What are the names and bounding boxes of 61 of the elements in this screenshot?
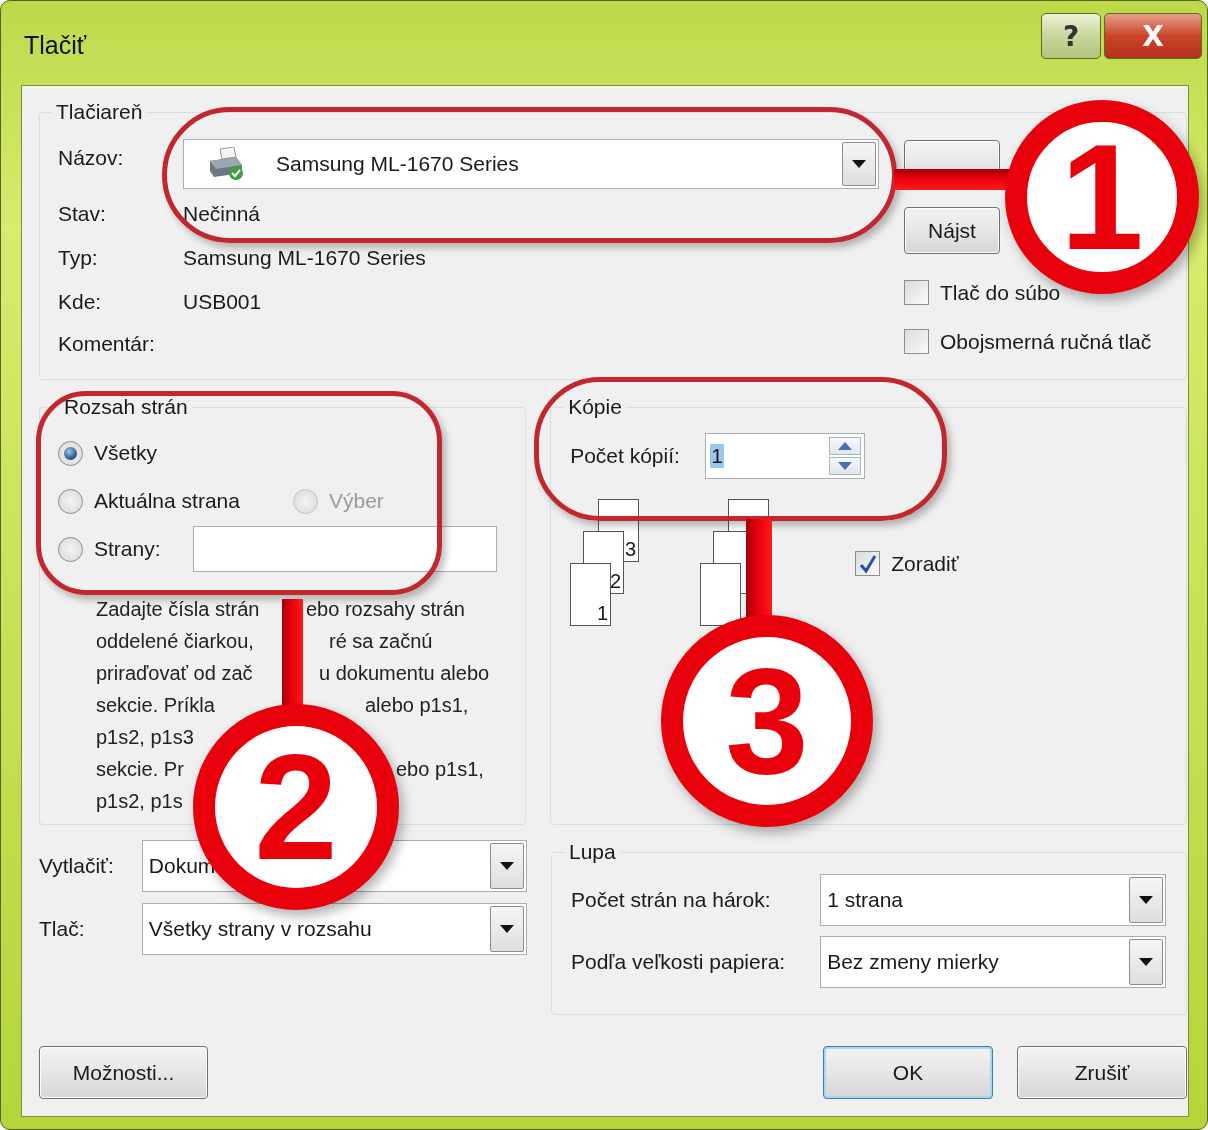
dropdown-select[interactable]: Všetky strany v rozsahu (141, 903, 527, 955)
pages-input[interactable] (193, 526, 497, 572)
radio-label: Aktuálna strana (94, 489, 240, 513)
printer-select[interactable]: Samsung ML-1670 Series (183, 139, 879, 189)
field-value: Samsung ML-1670 Series (183, 246, 427, 270)
dropdown-arrow-icon (852, 160, 866, 168)
field-label: Vytlačiť: (39, 854, 115, 878)
radio-button[interactable] (58, 488, 83, 514)
field-label: Typ: (58, 246, 99, 270)
down-arrow-icon (838, 462, 853, 470)
checkbox[interactable] (855, 551, 881, 576)
radio-label: Všetky (94, 441, 158, 465)
radio-button[interactable] (58, 440, 83, 466)
ok-button[interactable]: OK (823, 1046, 993, 1099)
options-button[interactable]: Možnosti... (39, 1046, 208, 1099)
dropdown-select[interactable]: Bez zmeny mierky (820, 936, 1166, 988)
dropdown-arrow-icon (1139, 958, 1153, 966)
field-label: Tlač: (39, 917, 86, 941)
dropdown-arrow-icon (500, 925, 514, 933)
help-text: p1s2, p1s (96, 789, 184, 813)
radio-label: Výber (329, 489, 384, 513)
cancel-button[interactable]: Zrušiť (1017, 1046, 1187, 1099)
check-icon (858, 553, 877, 574)
group-title: Kópie (567, 395, 623, 419)
checkbox[interactable] (904, 329, 929, 354)
window-title: Tlačiť (24, 31, 87, 60)
dropdown-arrow-icon (1139, 896, 1153, 904)
checkbox-label: Obojsmerná ručná tlač (940, 329, 1152, 354)
up-arrow-icon (838, 442, 853, 450)
help-button[interactable]: ? (1041, 13, 1101, 59)
help-text: oddelené čiarkou, (96, 629, 255, 653)
field-label: Komentár: (58, 332, 156, 356)
find-button[interactable]: Nájst (904, 207, 1000, 254)
help-text: Zadajte čísla strán (96, 597, 261, 621)
field-label: Počet strán na hárok: (571, 888, 772, 912)
radio-button[interactable] (58, 536, 83, 562)
help-text: u dokumentu alebo (319, 661, 491, 685)
close-button[interactable]: X (1104, 13, 1202, 59)
checkbox[interactable] (904, 280, 929, 305)
help-text: ebo rozsahy strán (306, 597, 466, 621)
field-value: USB001 (183, 290, 263, 314)
checkbox-label: Zoradiť (891, 551, 959, 576)
help-text: p1s2, p1s3 (96, 725, 195, 749)
help-text: ré sa začnú (329, 629, 434, 653)
help-text: priraďovať od zač (96, 661, 254, 685)
field-label: Počet kópií: (570, 444, 681, 468)
page-sheet: 1 (570, 563, 612, 626)
group-title: Tlačiareň (55, 100, 144, 124)
field-label: Stav: (58, 202, 107, 226)
group-title: Lupa (568, 840, 617, 864)
help-text: ebo p1s1, (396, 757, 485, 781)
field-value: Nečinná (183, 202, 262, 226)
copies-spinner[interactable]: 1 (705, 433, 866, 479)
group-title: Rozsah strán (63, 395, 189, 419)
field-label: Podľa veľkosti papiera: (571, 950, 787, 974)
radio-label: Strany: (94, 537, 161, 561)
dropdown-select[interactable]: 1 strana (820, 874, 1166, 926)
field-label: Názov: (58, 146, 125, 170)
help-text: sekcie. Pr (96, 757, 185, 781)
field-label: Kde: (58, 290, 103, 314)
dropdown-arrow-icon (500, 862, 514, 870)
